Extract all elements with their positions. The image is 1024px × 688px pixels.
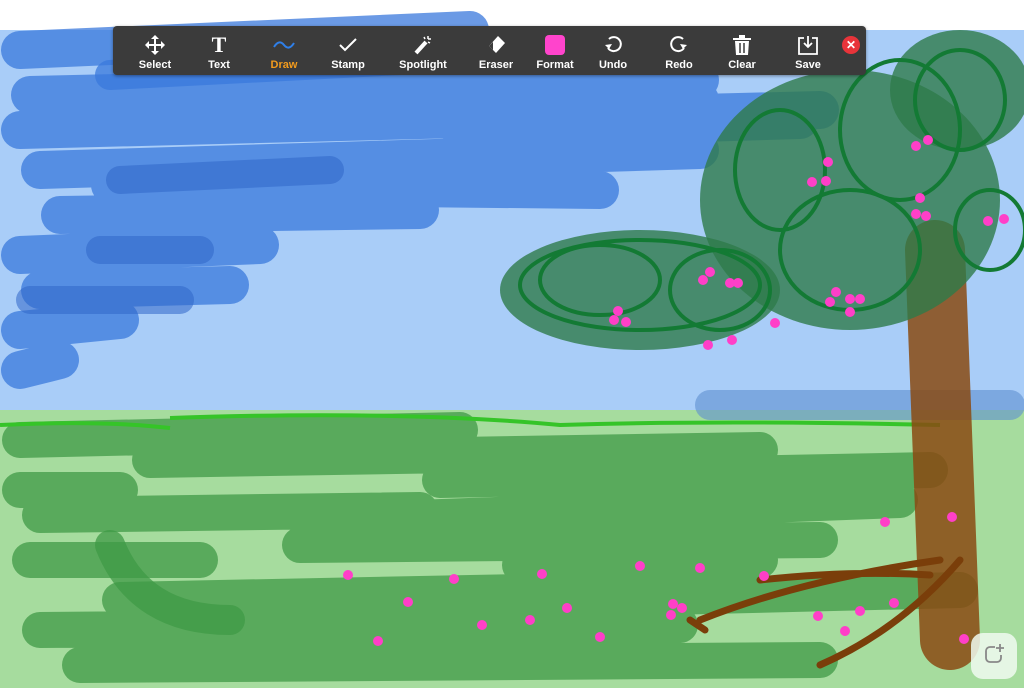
annotation-toolbar: Select T Text Draw Stamp Spotlight Erase… [113, 26, 866, 75]
spotlight-tool-button[interactable]: Spotlight [393, 26, 453, 75]
tool-label: Save [795, 59, 821, 71]
trash-icon [733, 32, 751, 58]
stamp-tool-button[interactable]: Stamp [318, 26, 378, 75]
save-icon [798, 32, 818, 58]
tool-label: Spotlight [399, 59, 447, 71]
redo-button[interactable]: Redo [649, 26, 709, 75]
new-whiteboard-button[interactable] [971, 633, 1017, 679]
tool-label: Stamp [331, 59, 365, 71]
whiteboard-canvas[interactable] [0, 0, 1024, 688]
undo-icon [603, 32, 623, 58]
format-tool-button[interactable]: Format [525, 26, 585, 75]
color-swatch-icon [545, 32, 565, 58]
tool-label: Text [208, 59, 230, 71]
tool-label: Undo [598, 59, 628, 71]
redo-icon [669, 32, 689, 58]
tool-label: Eraser [478, 59, 514, 71]
close-toolbar-button[interactable]: ✕ [842, 36, 860, 54]
move-icon [145, 32, 165, 58]
clear-button[interactable]: Clear [712, 26, 772, 75]
tool-label: Select [138, 59, 172, 71]
text-tool-button[interactable]: T Text [189, 26, 249, 75]
save-button[interactable]: Save [778, 26, 838, 75]
new-whiteboard-icon [983, 643, 1005, 670]
eraser-tool-button[interactable]: Eraser [466, 26, 526, 75]
squiggle-icon [273, 32, 295, 58]
undo-button[interactable]: Undo [583, 26, 643, 75]
magic-wand-icon [413, 32, 433, 58]
tool-label: Draw [270, 59, 298, 71]
tool-label: Format [536, 59, 574, 71]
select-tool-button[interactable]: Select [125, 26, 185, 75]
tool-label: Clear [728, 59, 756, 71]
draw-tool-button[interactable]: Draw [254, 26, 314, 75]
eraser-icon [486, 32, 506, 58]
checkmark-icon [339, 32, 357, 58]
tool-label: Redo [665, 59, 693, 71]
close-icon: ✕ [845, 38, 857, 52]
text-icon: T [211, 32, 227, 57]
